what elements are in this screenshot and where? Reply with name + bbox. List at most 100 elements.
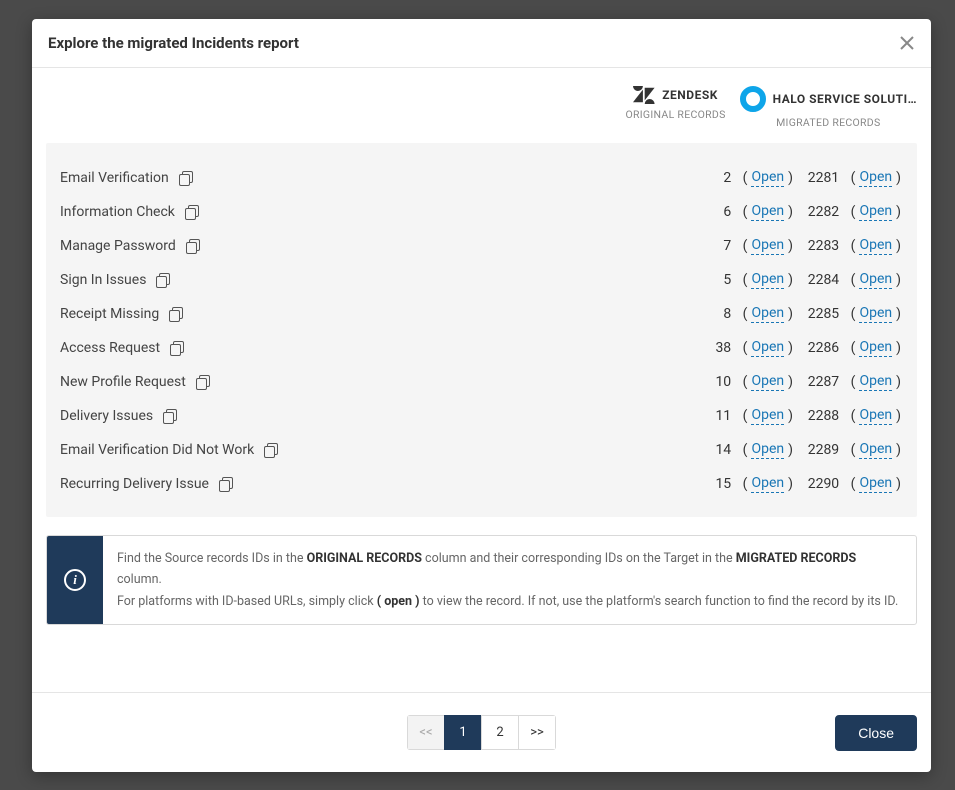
migrated-cell: 2284 (Open) — [793, 271, 903, 289]
copy-icon[interactable] — [179, 171, 193, 185]
row-name: New Profile Request — [60, 374, 688, 390]
incident-name: Email Verification Did Not Work — [60, 442, 254, 458]
info-text-part: For platforms with ID-based URLs, simply… — [117, 594, 377, 609]
open-original-link[interactable]: Open — [751, 305, 784, 323]
copy-icon[interactable] — [264, 443, 278, 457]
migrated-cell: 2282 (Open) — [793, 203, 903, 221]
platform-migrated-sub: MIGRATED RECORDS — [776, 116, 880, 129]
open-migrated-link[interactable]: Open — [859, 407, 892, 425]
open-original-link[interactable]: Open — [751, 407, 784, 425]
close-icon[interactable] — [897, 33, 917, 53]
open-original-link[interactable]: Open — [751, 271, 784, 289]
pagination-page[interactable]: 2 — [481, 715, 519, 750]
original-id: 5 — [723, 272, 731, 288]
paren: ( — [851, 204, 856, 220]
original-id: 8 — [723, 306, 731, 322]
table-row: Manage Password7 (Open)2283 (Open) — [60, 229, 903, 263]
paren: ( — [743, 170, 748, 186]
copy-icon[interactable] — [170, 341, 184, 355]
open-original-link[interactable]: Open — [751, 441, 784, 459]
platform-migrated: HALO SERVICE SOLUTI… MIGRATED RECORDS — [740, 86, 917, 129]
incident-name: Receipt Missing — [60, 306, 159, 322]
table-row: Information Check6 (Open)2282 (Open) — [60, 195, 903, 229]
copy-icon[interactable] — [156, 273, 170, 287]
paren: ) — [896, 238, 901, 254]
paren: ) — [896, 170, 901, 186]
open-migrated-link[interactable]: Open — [859, 203, 892, 221]
copy-icon[interactable] — [219, 477, 233, 491]
paren: ( — [851, 170, 856, 186]
paren: ) — [896, 442, 901, 458]
open-migrated-link[interactable]: Open — [859, 271, 892, 289]
paren: ( — [851, 408, 856, 424]
paren: ( — [743, 442, 748, 458]
paren: ( — [851, 442, 856, 458]
pagination: <<12>> — [407, 715, 556, 750]
original-id: 38 — [715, 340, 731, 356]
open-migrated-link[interactable]: Open — [859, 475, 892, 493]
migrated-cell: 2288 (Open) — [793, 407, 903, 425]
table-row: Access Request38 (Open)2286 (Open) — [60, 331, 903, 365]
open-original-link[interactable]: Open — [751, 475, 784, 493]
row-name: Information Check — [60, 204, 688, 220]
row-name: Sign In Issues — [60, 272, 688, 288]
open-original-link[interactable]: Open — [751, 203, 784, 221]
paren: ( — [743, 374, 748, 390]
row-name: Access Request — [60, 340, 688, 356]
copy-icon[interactable] — [169, 307, 183, 321]
records-panel: Email Verification2 (Open)2281 (Open)Inf… — [46, 143, 917, 517]
modal-header: Explore the migrated Incidents report — [32, 19, 931, 68]
paren: ) — [896, 476, 901, 492]
original-cell: 2 (Open) — [688, 169, 793, 187]
paren: ( — [851, 238, 856, 254]
incident-name: Access Request — [60, 340, 160, 356]
platform-original: ZENDESK ORIGINAL RECORDS — [625, 86, 725, 129]
migrated-id: 2289 — [808, 442, 839, 458]
copy-icon[interactable] — [186, 239, 200, 253]
migrated-id: 2283 — [808, 238, 839, 254]
copy-icon[interactable] — [185, 205, 199, 219]
original-cell: 7 (Open) — [688, 237, 793, 255]
paren: ( — [851, 476, 856, 492]
original-cell: 14 (Open) — [688, 441, 793, 459]
modal: Explore the migrated Incidents report — [32, 19, 931, 772]
migrated-cell: 2289 (Open) — [793, 441, 903, 459]
original-id: 15 — [715, 476, 731, 492]
copy-icon[interactable] — [163, 409, 177, 423]
halo-icon — [740, 86, 766, 112]
open-original-link[interactable]: Open — [751, 169, 784, 187]
open-migrated-link[interactable]: Open — [859, 169, 892, 187]
paren: ( — [743, 340, 748, 356]
original-cell: 8 (Open) — [688, 305, 793, 323]
open-original-link[interactable]: Open — [751, 339, 784, 357]
platform-original-name: ZENDESK — [662, 88, 718, 102]
paren: ) — [896, 204, 901, 220]
pagination-prev[interactable]: << — [407, 715, 445, 750]
original-id: 10 — [715, 374, 731, 390]
original-cell: 10 (Open) — [688, 373, 793, 391]
paren: ( — [851, 272, 856, 288]
original-cell: 38 (Open) — [688, 339, 793, 357]
info-text-strong: MIGRATED RECORDS — [736, 551, 856, 566]
table-row: Sign In Issues5 (Open)2284 (Open) — [60, 263, 903, 297]
row-name: Receipt Missing — [60, 306, 688, 322]
pagination-page[interactable]: 1 — [444, 715, 482, 750]
migrated-id: 2282 — [808, 204, 839, 220]
migrated-cell: 2285 (Open) — [793, 305, 903, 323]
incident-name: Recurring Delivery Issue — [60, 476, 209, 492]
paren: ( — [851, 306, 856, 322]
paren: ( — [743, 238, 748, 254]
open-migrated-link[interactable]: Open — [859, 237, 892, 255]
open-migrated-link[interactable]: Open — [859, 373, 892, 391]
copy-icon[interactable] — [196, 375, 210, 389]
open-original-link[interactable]: Open — [751, 237, 784, 255]
migrated-id: 2285 — [808, 306, 839, 322]
info-text-part: Find the Source records IDs in the — [117, 551, 307, 566]
open-migrated-link[interactable]: Open — [859, 441, 892, 459]
pagination-next[interactable]: >> — [518, 715, 556, 750]
open-original-link[interactable]: Open — [751, 373, 784, 391]
close-button[interactable]: Close — [835, 715, 917, 751]
open-migrated-link[interactable]: Open — [859, 305, 892, 323]
open-migrated-link[interactable]: Open — [859, 339, 892, 357]
original-cell: 15 (Open) — [688, 475, 793, 493]
